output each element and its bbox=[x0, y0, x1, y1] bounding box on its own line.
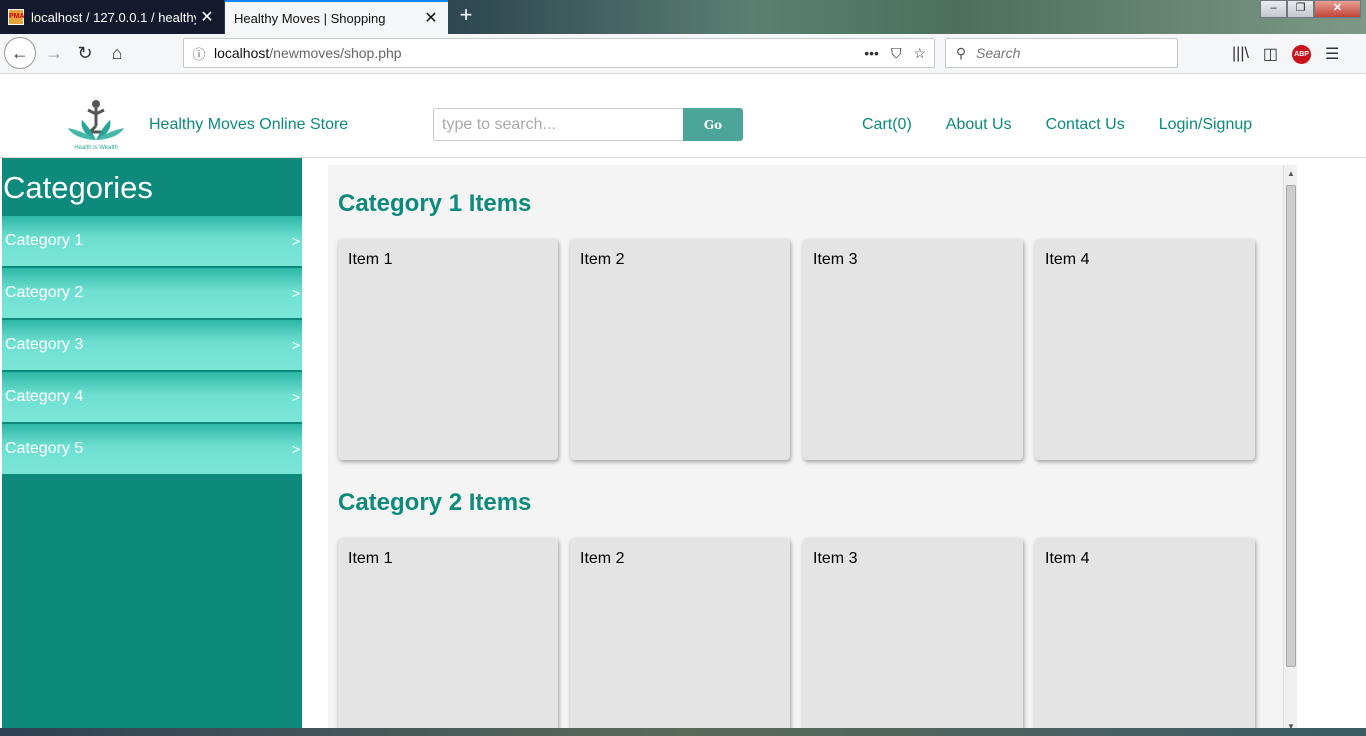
reload-icon[interactable]: ↻ bbox=[69, 37, 101, 69]
item-card[interactable]: Item 4 bbox=[1035, 239, 1255, 460]
os-taskbar bbox=[0, 728, 1366, 736]
store-name[interactable]: Healthy Moves Online Store bbox=[149, 116, 348, 134]
item-card[interactable]: Item 2 bbox=[570, 538, 790, 736]
minimize-icon[interactable]: – bbox=[1260, 0, 1287, 18]
sidebar-toggle-icon[interactable]: ◫ bbox=[1263, 44, 1278, 64]
item-name: Item 4 bbox=[1045, 251, 1090, 268]
library-icon[interactable]: |||\ bbox=[1232, 45, 1249, 63]
bookmark-star-icon[interactable]: ☆ bbox=[913, 45, 926, 62]
browser-tab-phpmyadmin[interactable]: PMA localhost / 127.0.0.1 / healthym ✕ bbox=[0, 0, 224, 34]
maximize-icon[interactable]: ❐ bbox=[1287, 0, 1314, 18]
search-icon: ⚲ bbox=[955, 44, 967, 61]
tab-label: localhost / 127.0.0.1 / healthym bbox=[31, 9, 196, 25]
product-listing: Category 1 Items Item 1 Item 2 Item 3 It… bbox=[328, 165, 1297, 736]
item-name: Item 2 bbox=[580, 251, 625, 268]
forward-arrow-icon[interactable]: → bbox=[38, 37, 70, 69]
sidebar-item-label: Category 1 bbox=[5, 232, 84, 249]
chevron-right-icon: > bbox=[291, 233, 300, 249]
item-card[interactable]: Item 4 bbox=[1035, 538, 1255, 736]
section-title: Category 2 Items bbox=[338, 489, 532, 516]
pocket-icon[interactable]: ⛉ bbox=[891, 45, 902, 62]
close-tab-icon[interactable]: ✕ bbox=[420, 8, 442, 28]
chevron-right-icon: > bbox=[291, 389, 300, 405]
category-sidebar: Categories Category 1 > Category 2 > Cat… bbox=[2, 158, 302, 736]
url-host: localhost bbox=[214, 45, 270, 61]
menu-icon[interactable]: ☰ bbox=[1325, 44, 1339, 64]
sidebar-item-category-2[interactable]: Category 2 > bbox=[2, 268, 302, 320]
page-actions-icon[interactable]: ••• bbox=[864, 45, 879, 62]
about-us-link[interactable]: About Us bbox=[946, 116, 1012, 134]
item-name: Item 3 bbox=[813, 550, 858, 567]
browser-navigation-bar: ← → ↻ ⌂ ⓘ localhost/newmoves/shop.php ••… bbox=[0, 34, 1366, 74]
site-info-icon[interactable]: ⓘ bbox=[184, 44, 214, 63]
sidebar-item-label: Category 2 bbox=[5, 284, 84, 301]
window-controls: – ❐ ✕ bbox=[1260, 0, 1361, 18]
web-page: Health is Wealth Healthy Moves Online St… bbox=[0, 75, 1366, 736]
url-text[interactable]: localhost/newmoves/shop.php bbox=[214, 45, 864, 61]
browser-tab-shopping[interactable]: Healthy Moves | Shopping ✕ bbox=[225, 0, 448, 34]
close-tab-icon[interactable]: ✕ bbox=[196, 7, 218, 27]
url-path: /newmoves/shop.php bbox=[269, 45, 402, 61]
browser-search-input[interactable]: ⚲ Search bbox=[945, 38, 1178, 68]
section-title: Category 1 Items bbox=[338, 190, 532, 217]
scroll-thumb[interactable] bbox=[1286, 185, 1296, 667]
sidebar-item-category-5[interactable]: Category 5 > bbox=[2, 424, 302, 476]
logo-caption: Health is Wealth bbox=[74, 145, 118, 151]
close-window-icon[interactable]: ✕ bbox=[1314, 0, 1361, 18]
phpmyadmin-favicon-icon: PMA bbox=[8, 9, 25, 25]
adblock-icon[interactable]: ABP bbox=[1292, 44, 1312, 64]
cart-link[interactable]: Cart(0) bbox=[862, 116, 912, 134]
chevron-right-icon: > bbox=[291, 285, 300, 301]
sidebar-title: Categories bbox=[3, 170, 153, 205]
sidebar-item-category-4[interactable]: Category 4 > bbox=[2, 372, 302, 424]
sidebar-item-label: Category 5 bbox=[5, 440, 84, 457]
back-arrow-icon[interactable]: ← bbox=[4, 37, 36, 69]
site-header: Health is Wealth Healthy Moves Online St… bbox=[0, 92, 1366, 158]
contact-us-link[interactable]: Contact Us bbox=[1046, 116, 1125, 134]
scroll-up-icon[interactable]: ▲ bbox=[1284, 167, 1297, 181]
chevron-right-icon: > bbox=[291, 337, 300, 353]
item-card[interactable]: Item 2 bbox=[570, 239, 790, 460]
vertical-scrollbar[interactable]: ▲ ▼ bbox=[1283, 165, 1297, 736]
sidebar-item-label: Category 4 bbox=[5, 388, 84, 405]
item-card[interactable]: Item 3 bbox=[803, 538, 1023, 736]
chevron-right-icon: > bbox=[291, 441, 300, 457]
item-name: Item 1 bbox=[348, 550, 393, 567]
new-tab-plus-icon[interactable]: + bbox=[455, 4, 477, 28]
go-button[interactable]: Go bbox=[683, 108, 743, 141]
sidebar-item-label: Category 3 bbox=[5, 336, 84, 353]
login-signup-link[interactable]: Login/Signup bbox=[1159, 116, 1252, 134]
logo-icon[interactable]: Health is Wealth bbox=[64, 96, 128, 152]
item-name: Item 2 bbox=[580, 550, 625, 567]
home-icon[interactable]: ⌂ bbox=[101, 37, 133, 69]
item-card[interactable]: Item 1 bbox=[338, 239, 558, 460]
item-card[interactable]: Item 3 bbox=[803, 239, 1023, 460]
tab-label: Healthy Moves | Shopping bbox=[234, 10, 386, 26]
search-placeholder: Search bbox=[976, 45, 1021, 61]
item-name: Item 3 bbox=[813, 251, 858, 268]
browser-tab-strip: PMA localhost / 127.0.0.1 / healthym ✕ H… bbox=[0, 0, 1366, 34]
sidebar-item-category-1[interactable]: Category 1 > bbox=[2, 216, 302, 268]
search-input[interactable] bbox=[433, 108, 684, 141]
site-nav: Cart(0) About Us Contact Us Login/Signup bbox=[862, 116, 1286, 134]
item-card[interactable]: Item 1 bbox=[338, 538, 558, 736]
item-name: Item 4 bbox=[1045, 550, 1090, 567]
url-bar[interactable]: ⓘ localhost/newmoves/shop.php ••• ⛉ ☆ bbox=[183, 38, 935, 68]
sidebar-item-category-3[interactable]: Category 3 > bbox=[2, 320, 302, 372]
item-name: Item 1 bbox=[348, 251, 393, 268]
